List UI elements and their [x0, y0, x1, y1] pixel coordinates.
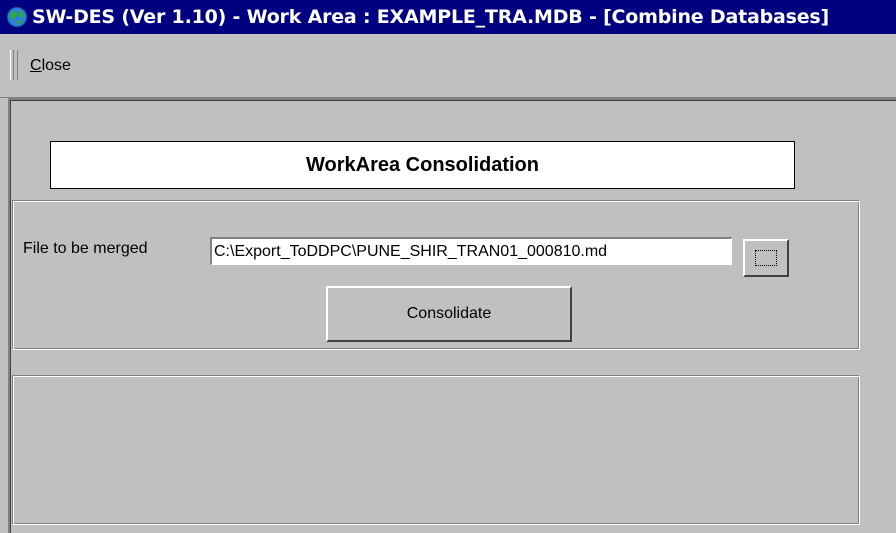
file-to-merge-label: File to be merged [23, 240, 148, 257]
status-frame [12, 375, 860, 525]
file-path-input[interactable] [210, 237, 732, 265]
browse-button[interactable] [743, 239, 789, 277]
close-button-mnemonic: C [30, 57, 42, 74]
consolidate-button[interactable]: Consolidate [326, 286, 572, 342]
window-title: SW-DES (Ver 1.10) - Work Area : EXAMPLE_… [32, 6, 830, 28]
globe-icon[interactable] [6, 6, 28, 28]
toolbar: Close [0, 34, 896, 98]
close-button[interactable]: Close [20, 50, 81, 82]
toolbar-grip[interactable] [10, 50, 18, 80]
form-client-area: WorkArea Consolidation File to be merged… [8, 98, 896, 533]
ellipsis-browse-icon [755, 250, 777, 266]
title-bar[interactable]: SW-DES (Ver 1.10) - Work Area : EXAMPLE_… [0, 0, 896, 34]
page-title: WorkArea Consolidation [50, 141, 795, 189]
close-button-label: lose [41, 57, 71, 74]
